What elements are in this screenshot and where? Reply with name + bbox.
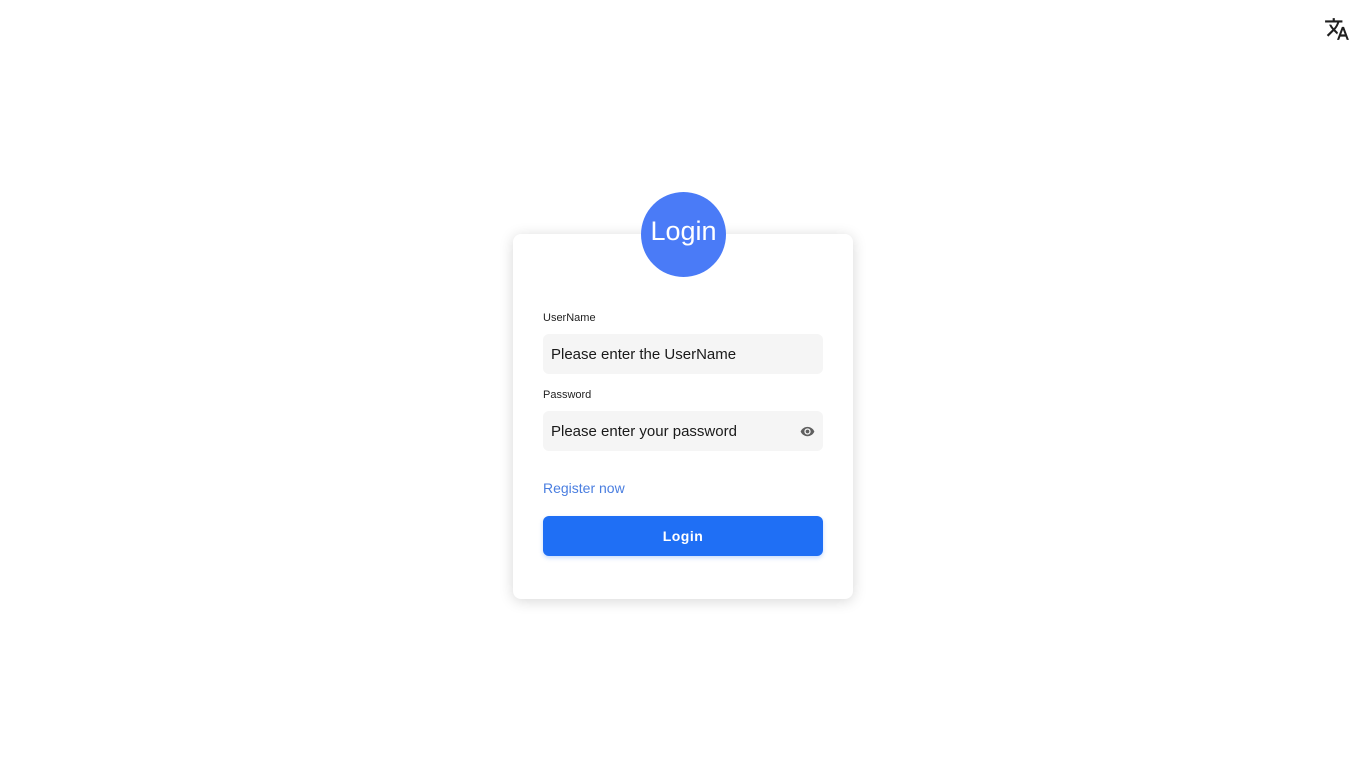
password-label: Password [543, 389, 592, 401]
username-label: UserName [543, 312, 596, 324]
login-page: Login UserName Password Register now Log… [0, 0, 1366, 768]
login-card: UserName Password Register now Login [513, 234, 853, 599]
username-field-wrapper [543, 334, 823, 374]
username-input[interactable] [543, 334, 823, 374]
login-button[interactable]: Login [543, 516, 823, 556]
password-field-wrapper [543, 411, 823, 451]
login-avatar: Login [641, 192, 726, 277]
register-link[interactable]: Register now [543, 480, 625, 496]
translate-icon[interactable] [1324, 16, 1350, 42]
password-input[interactable] [543, 411, 823, 451]
avatar-title: Login [650, 216, 717, 246]
eye-icon[interactable] [799, 423, 815, 439]
